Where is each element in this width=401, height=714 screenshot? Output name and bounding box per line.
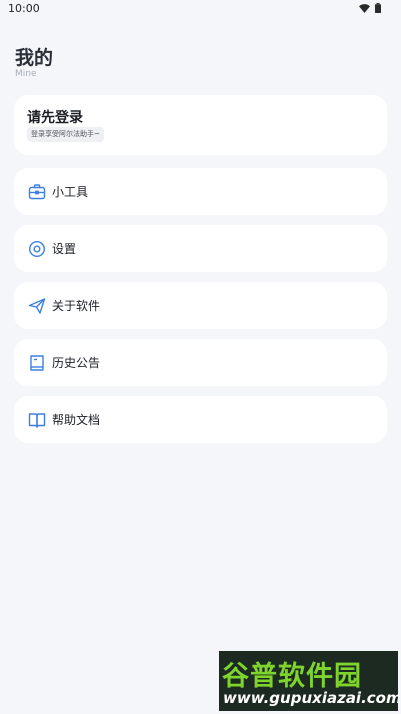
menu-label-settings: 设置 [52,242,77,256]
status-icons [359,3,381,13]
send-icon [28,298,46,314]
login-card[interactable]: 请先登录 登录享受阿尔法助手~ [14,95,387,155]
battery-icon [375,3,381,13]
menu-label-tools: 小工具 [52,185,89,199]
wifi-icon [359,3,370,13]
book-icon [28,413,46,428]
menu-label-notices: 历史公告 [52,356,101,370]
login-title[interactable]: 请先登录 [27,107,83,127]
menu-item-tools[interactable]: 小工具 [14,168,387,215]
menu-label-help: 帮助文档 [52,413,101,427]
page-title: 我的 [15,47,54,69]
menu-item-help[interactable]: 帮助文档 [14,396,387,443]
notice-icon [30,355,44,371]
menu-item-notices[interactable]: 历史公告 [14,339,387,386]
menu-item-settings[interactable]: 设置 [14,225,387,272]
watermark-brand: 谷普软件园 [222,661,362,692]
page-subtitle: Mine [15,69,37,79]
status-time: 10:00 [8,2,40,15]
menu-item-about[interactable]: 关于软件 [14,282,387,329]
menu-label-about: 关于软件 [52,299,101,313]
watermark-url: www.gupuxiazai.com [223,689,398,707]
login-hint-chip: 登录享受阿尔法助手~ [27,127,104,142]
watermark-logo: 谷普软件园 www.gupuxiazai.com [219,651,398,711]
toolbox-icon [28,184,46,200]
settings-icon [28,240,46,258]
status-bar: 10:00 [0,0,401,20]
